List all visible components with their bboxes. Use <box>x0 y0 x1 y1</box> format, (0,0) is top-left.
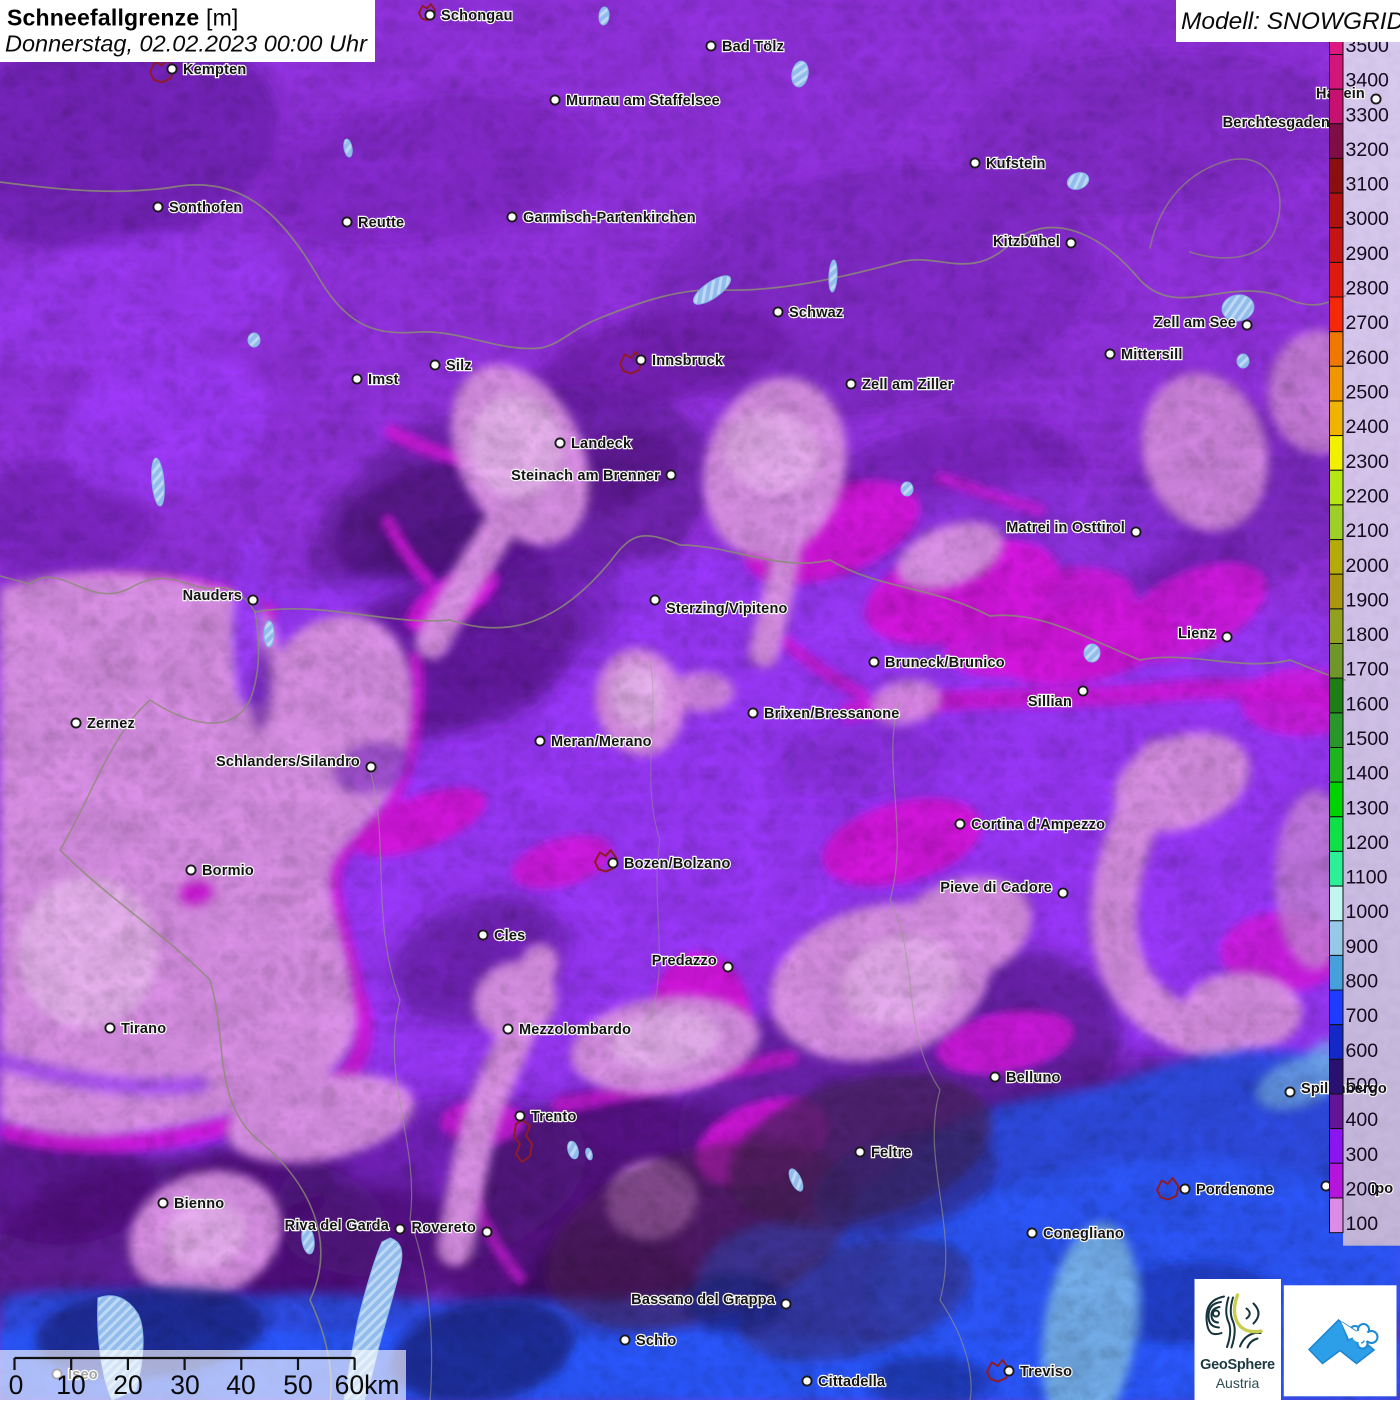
svg-text:1300: 1300 <box>1346 797 1390 819</box>
svg-text:900: 900 <box>1346 936 1379 958</box>
svg-text:40: 40 <box>226 1370 255 1400</box>
svg-text:3000: 3000 <box>1346 208 1390 230</box>
svg-text:Lienz: Lienz <box>1178 626 1216 642</box>
svg-text:1600: 1600 <box>1346 693 1390 715</box>
svg-text:Sillian: Sillian <box>1028 694 1072 710</box>
svg-text:Pordenone: Pordenone <box>1196 1182 1274 1198</box>
svg-text:Austria: Austria <box>1216 1375 1260 1391</box>
svg-text:Cortina d'Ampezzo: Cortina d'Ampezzo <box>971 817 1105 833</box>
svg-text:Feltre: Feltre <box>871 1145 912 1161</box>
svg-text:Bozen/Bolzano: Bozen/Bolzano <box>624 856 731 872</box>
svg-text:Mittersill: Mittersill <box>1121 347 1183 363</box>
svg-text:Kufstein: Kufstein <box>986 156 1046 172</box>
svg-text:3200: 3200 <box>1346 139 1390 161</box>
svg-text:Schongau: Schongau <box>441 8 513 24</box>
svg-text:Matrei in Osttirol: Matrei in Osttirol <box>1006 520 1125 536</box>
svg-text:2700: 2700 <box>1346 312 1390 334</box>
svg-text:2000: 2000 <box>1346 555 1390 577</box>
svg-text:60km: 60km <box>335 1370 400 1400</box>
svg-text:Silz: Silz <box>446 358 472 374</box>
svg-text:10: 10 <box>56 1370 85 1400</box>
svg-text:1800: 1800 <box>1346 624 1390 646</box>
svg-text:Belluno: Belluno <box>1006 1070 1061 1086</box>
svg-text:Trento: Trento <box>531 1109 577 1125</box>
svg-text:1400: 1400 <box>1346 763 1390 785</box>
svg-text:Nauders: Nauders <box>183 588 242 604</box>
svg-text:Zernez: Zernez <box>87 716 135 732</box>
svg-text:2300: 2300 <box>1346 451 1390 473</box>
svg-text:2400: 2400 <box>1346 416 1390 438</box>
svg-text:Kempten: Kempten <box>183 62 246 78</box>
svg-text:Bruneck/Brunico: Bruneck/Brunico <box>885 655 1005 671</box>
svg-text:Sterzing/Vipiteno: Sterzing/Vipiteno <box>666 601 788 617</box>
svg-text:Zell am See: Zell am See <box>1154 315 1236 331</box>
svg-text:Modell: SNOWGRID: Modell: SNOWGRID <box>1181 8 1400 35</box>
svg-text:Brixen/Bressanone: Brixen/Bressanone <box>764 706 900 722</box>
svg-text:3100: 3100 <box>1346 174 1390 196</box>
svg-text:300: 300 <box>1346 1144 1379 1166</box>
svg-text:Kitzbühel: Kitzbühel <box>993 234 1060 250</box>
svg-text:2600: 2600 <box>1346 347 1390 369</box>
svg-text:3400: 3400 <box>1346 70 1390 92</box>
svg-text:Imst: Imst <box>368 372 399 388</box>
svg-text:3300: 3300 <box>1346 104 1390 126</box>
svg-text:2900: 2900 <box>1346 243 1390 265</box>
svg-text:800: 800 <box>1346 971 1379 993</box>
svg-text:Zell am Ziller: Zell am Ziller <box>862 377 954 393</box>
svg-text:2800: 2800 <box>1346 278 1390 300</box>
svg-text:2200: 2200 <box>1346 485 1390 507</box>
svg-text:Bormio: Bormio <box>202 863 254 879</box>
svg-text:Cles: Cles <box>494 928 525 944</box>
svg-text:Schlanders/Silandro: Schlanders/Silandro <box>216 754 360 770</box>
svg-text:1200: 1200 <box>1346 832 1390 854</box>
svg-text:Donnerstag, 02.02.2023 00:00 U: Donnerstag, 02.02.2023 00:00 Uhr <box>5 31 368 57</box>
svg-text:50: 50 <box>283 1370 312 1400</box>
svg-text:0: 0 <box>9 1370 24 1400</box>
svg-text:Pieve di Cadore: Pieve di Cadore <box>940 880 1052 896</box>
svg-text:Schio: Schio <box>636 1333 676 1349</box>
svg-text:400: 400 <box>1346 1109 1379 1131</box>
svg-text:Cittadella: Cittadella <box>818 1374 886 1390</box>
svg-text:Bienno: Bienno <box>174 1196 224 1212</box>
svg-text:Meran/Merano: Meran/Merano <box>551 734 652 750</box>
svg-text:1100: 1100 <box>1346 867 1388 889</box>
svg-text:500: 500 <box>1346 1075 1379 1097</box>
svg-text:1700: 1700 <box>1346 659 1390 681</box>
svg-text:1900: 1900 <box>1346 589 1390 611</box>
svg-text:Treviso: Treviso <box>1020 1364 1072 1380</box>
svg-text:Steinach am Brenner: Steinach am Brenner <box>511 468 660 484</box>
svg-text:Rovereto: Rovereto <box>412 1220 476 1236</box>
svg-text:Innsbruck: Innsbruck <box>652 353 724 369</box>
svg-text:30: 30 <box>170 1370 199 1400</box>
svg-text:Mezzolombardo: Mezzolombardo <box>519 1022 631 1038</box>
svg-text:Landeck: Landeck <box>571 436 632 452</box>
svg-text:Schneefallgrenze [m]: Schneefallgrenze [m] <box>7 5 239 31</box>
svg-text:Bassano del Grappa: Bassano del Grappa <box>631 1292 776 1308</box>
svg-text:Schwaz: Schwaz <box>789 305 843 321</box>
svg-text:Tirano: Tirano <box>121 1021 166 1037</box>
svg-text:Berchtesgaden: Berchtesgaden <box>1223 115 1330 131</box>
svg-text:100: 100 <box>1346 1213 1379 1235</box>
svg-text:Garmisch-Partenkirchen: Garmisch-Partenkirchen <box>523 210 696 226</box>
svg-text:20: 20 <box>113 1370 142 1400</box>
svg-text:2500: 2500 <box>1346 382 1390 404</box>
svg-text:700: 700 <box>1346 1005 1379 1027</box>
svg-text:GeoSphere: GeoSphere <box>1200 1357 1275 1373</box>
svg-text:Bad Tölz: Bad Tölz <box>722 39 784 55</box>
svg-text:200: 200 <box>1346 1179 1379 1201</box>
svg-text:Riva del Garda: Riva del Garda <box>285 1218 390 1234</box>
svg-text:Sonthofen: Sonthofen <box>169 200 242 216</box>
svg-text:Murnau am Staffelsee: Murnau am Staffelsee <box>566 93 720 109</box>
svg-text:1000: 1000 <box>1346 901 1390 923</box>
svg-text:600: 600 <box>1346 1040 1379 1062</box>
svg-text:2100: 2100 <box>1346 520 1390 542</box>
svg-text:Conegliano: Conegliano <box>1043 1226 1124 1242</box>
svg-text:Reutte: Reutte <box>358 215 404 231</box>
svg-text:1500: 1500 <box>1346 728 1390 750</box>
svg-text:Predazzo: Predazzo <box>652 953 717 969</box>
